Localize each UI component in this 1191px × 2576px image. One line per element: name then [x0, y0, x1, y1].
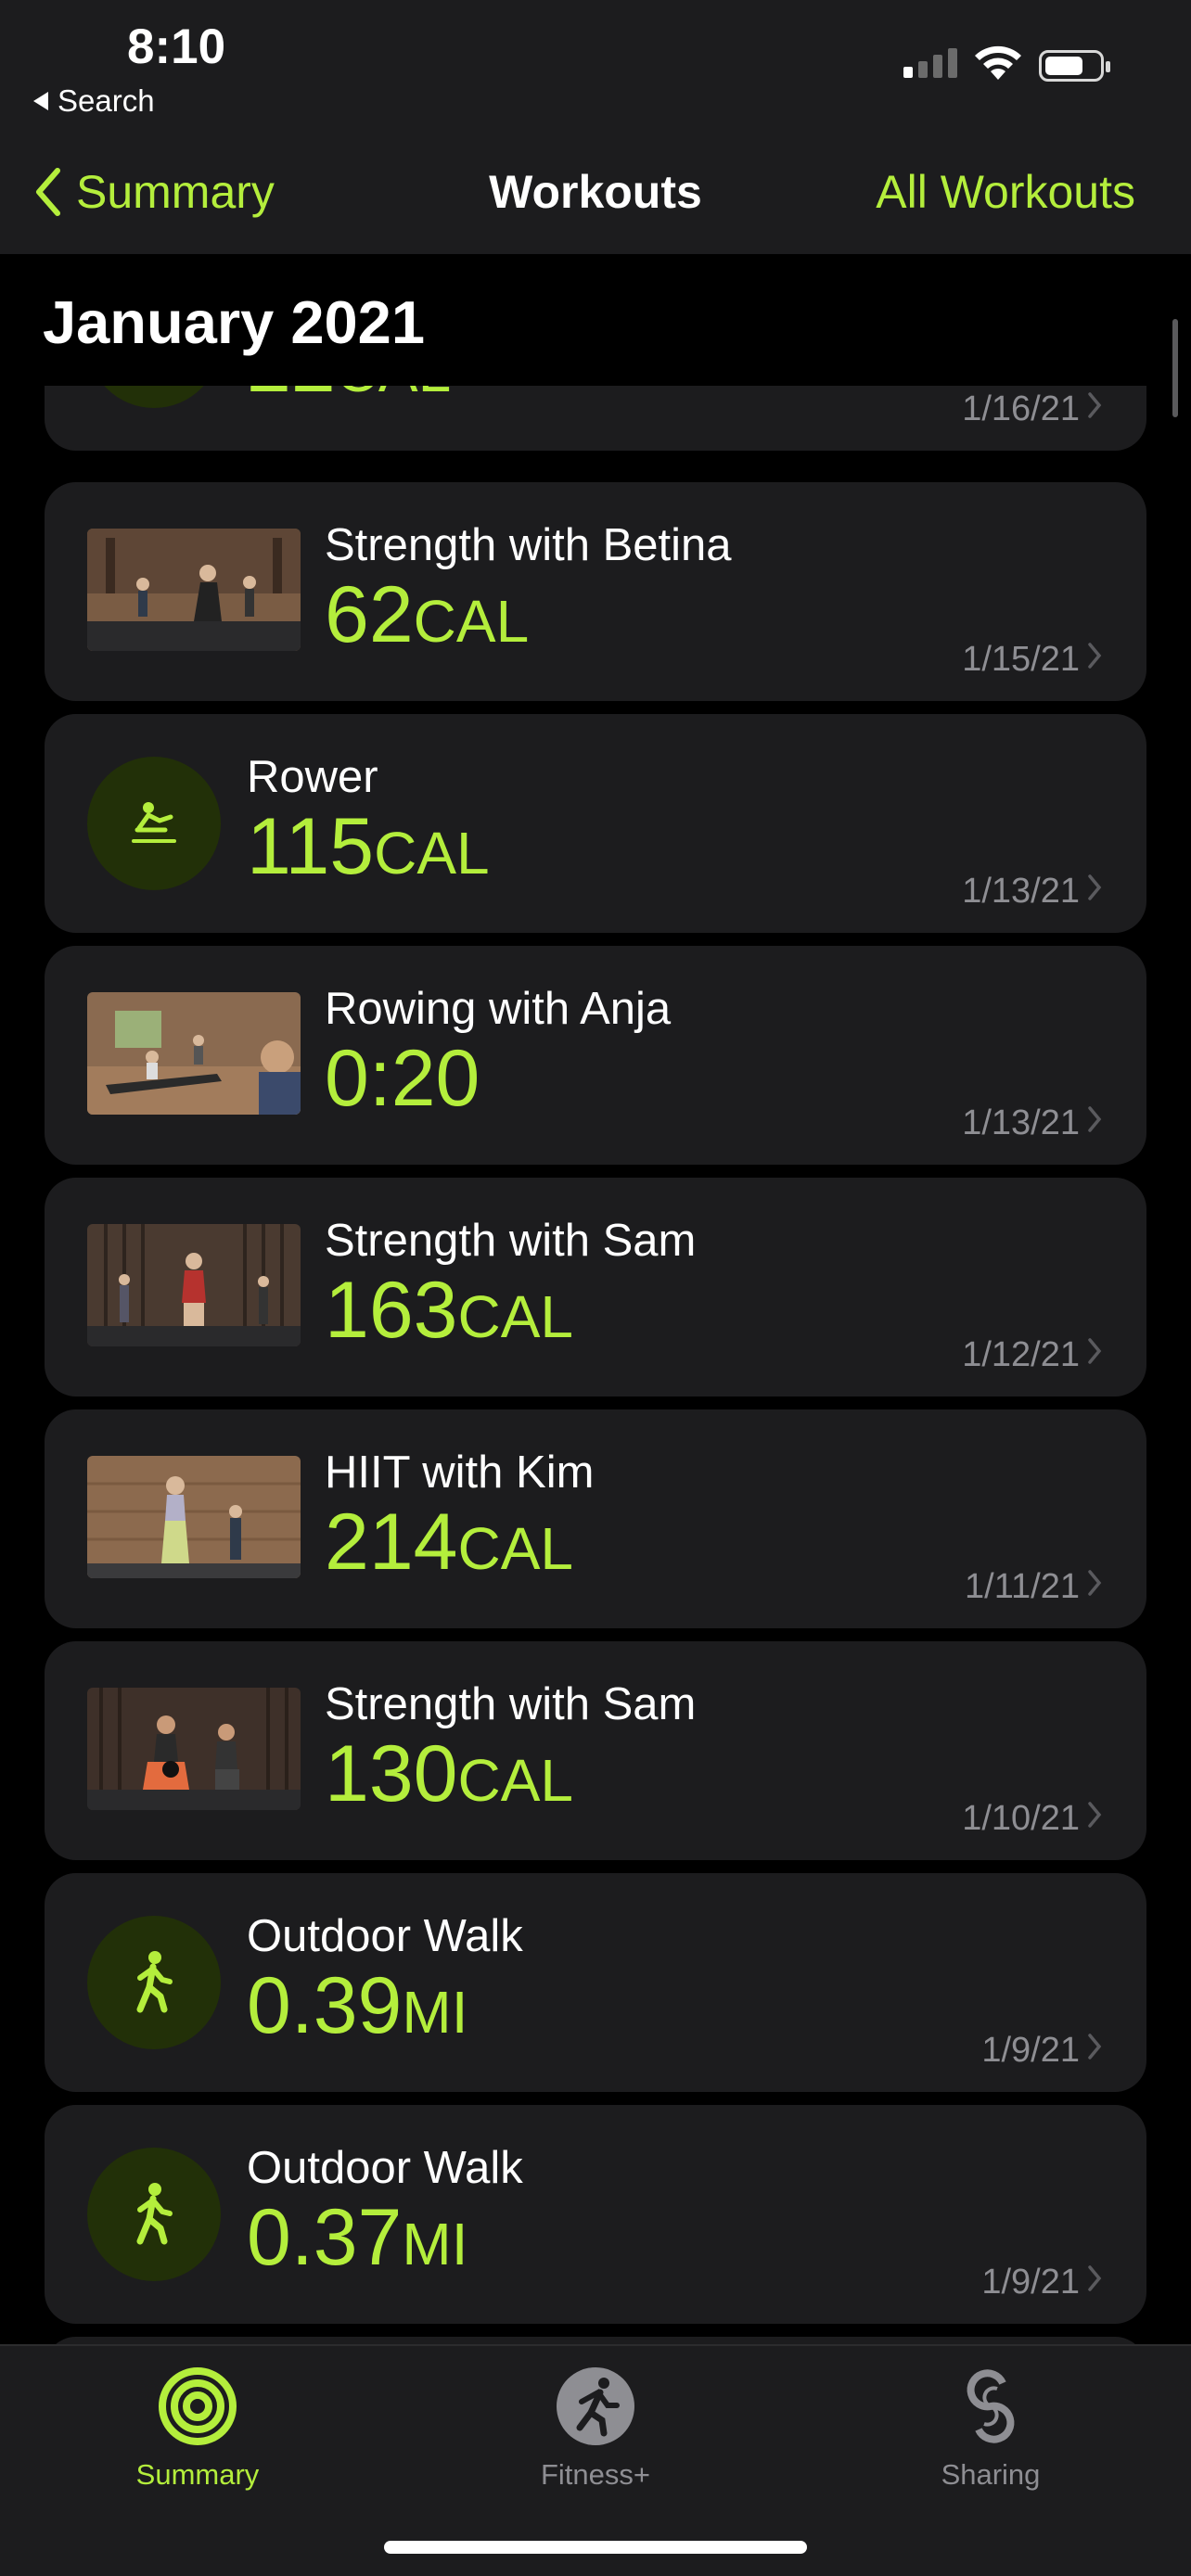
workout-name: Outdoor Walk: [247, 1911, 523, 1961]
home-indicator[interactable]: [384, 2541, 807, 2554]
workout-card[interactable]: Outdoor Walk 0.37MI 1/9/21: [45, 2105, 1146, 2324]
header: 8:10 Search Summary Workouts All Workout…: [0, 0, 1191, 254]
chevron-right-icon: [1088, 1570, 1102, 1596]
workout-thumbnail: [87, 1456, 301, 1578]
battery-icon: [1039, 50, 1110, 82]
workout-name: Strength with Sam: [325, 1679, 697, 1729]
workout-unit: CAL: [457, 1283, 574, 1350]
tab-summary-label: Summary: [135, 2458, 260, 2491]
workout-unit: CAL: [374, 820, 490, 886]
all-workouts-button[interactable]: All Workouts: [876, 165, 1135, 219]
chevron-right-icon: [1088, 1106, 1102, 1132]
workout-name: Strength with Betina: [325, 520, 732, 570]
activity-rings-icon: [159, 2367, 237, 2445]
workout-date: 1/10/21: [962, 1799, 1080, 1838]
workout-card[interactable]: 22CAL 1/16/21: [45, 386, 1146, 451]
workout-value: 0:20: [325, 1034, 480, 1123]
rower-icon: [87, 757, 221, 890]
workout-card[interactable]: Strength with Betina 62CAL 1/15/21: [45, 482, 1146, 701]
tab-sharing-label: Sharing: [941, 2458, 1041, 2491]
workout-date: 1/11/21: [965, 1567, 1080, 1606]
workout-date: 1/13/21: [962, 872, 1080, 911]
workout-date: 1/9/21: [981, 2263, 1080, 2302]
chevron-right-icon: [1088, 1338, 1102, 1364]
tab-summary[interactable]: Summary: [58, 2365, 337, 2492]
workout-value: 214: [325, 1498, 458, 1587]
workout-thumbnail: [87, 1688, 301, 1810]
chevron-right-icon: [1088, 392, 1102, 418]
chevron-right-icon: [1088, 2265, 1102, 2291]
workout-date: 1/13/21: [962, 1103, 1080, 1142]
workout-unit: CAL: [413, 588, 530, 655]
back-app-label: Search: [58, 83, 155, 118]
workout-date: 1/9/21: [981, 2031, 1080, 2070]
workout-value: 22: [247, 386, 336, 409]
workout-card[interactable]: Rower 115CAL 1/13/21: [45, 714, 1146, 933]
chevron-right-icon: [1088, 2034, 1102, 2060]
workout-name: Strength with Sam: [325, 1216, 697, 1266]
tab-sharing[interactable]: Sharing: [852, 2365, 1130, 2492]
workout-icon: [87, 386, 221, 408]
workout-value: 163: [325, 1266, 458, 1355]
chevron-right-icon: [1088, 643, 1102, 669]
chevron-left-icon: [36, 168, 60, 216]
workout-thumbnail: [87, 992, 301, 1115]
sharing-icon: [967, 2369, 1015, 2443]
workout-name: HIIT with Kim: [325, 1447, 595, 1498]
workout-list: 22CAL 1/16/21 Strength with Betina 62CAL…: [0, 386, 1191, 2344]
cellular-signal-icon: [903, 48, 957, 78]
workout-unit: CAL: [457, 1747, 574, 1814]
workout-thumbnail: [87, 529, 301, 651]
tab-fitness-plus[interactable]: Fitness+: [456, 2365, 735, 2492]
workout-name: Rower: [247, 752, 378, 802]
walk-icon: [87, 2148, 221, 2281]
workout-date: 1/16/21: [962, 389, 1080, 428]
back-summary-button[interactable]: Summary: [33, 165, 275, 219]
workout-value: 62: [325, 570, 414, 659]
section-header: January 2021: [0, 254, 1191, 386]
workout-unit: MI: [402, 2211, 468, 2277]
workout-card[interactable]: Rowing with Anja 0:20 1/13/21: [45, 946, 1146, 1165]
chevron-right-icon: [1088, 874, 1102, 900]
status-time: 8:10: [127, 19, 226, 74]
tab-fitness-plus-label: Fitness+: [540, 2458, 651, 2491]
walk-icon: [87, 1916, 221, 2049]
wifi-icon: [975, 45, 1021, 80]
workout-card[interactable]: Strength with Sam 130CAL 1/10/21: [45, 1641, 1146, 1860]
workout-thumbnail: [87, 1224, 301, 1346]
workout-unit: CAL: [336, 386, 452, 404]
back-to-search[interactable]: Search: [33, 83, 155, 119]
workout-date: 1/12/21: [962, 1335, 1080, 1374]
workout-value: 130: [325, 1729, 458, 1818]
workout-card[interactable]: Strength with Sam 163CAL 1/12/21: [45, 1178, 1146, 1396]
scroll-indicator[interactable]: [1172, 319, 1178, 417]
workout-name: Outdoor Walk: [247, 2143, 523, 2193]
page-title: Workouts: [489, 166, 702, 218]
workout-card[interactable]: HIIT with Kim 214CAL 1/11/21: [45, 1409, 1146, 1628]
workout-date: 1/15/21: [962, 640, 1080, 679]
back-triangle-icon: [33, 92, 48, 110]
workout-unit: CAL: [457, 1515, 574, 1582]
workout-unit: MI: [402, 1979, 468, 2046]
fitness-plus-icon: [557, 2367, 634, 2445]
back-summary-label: Summary: [76, 166, 275, 218]
workout-card[interactable]: [45, 2337, 1146, 2344]
workout-value: 0.37: [247, 2193, 403, 2282]
workout-card[interactable]: Outdoor Walk 0.39MI 1/9/21: [45, 1873, 1146, 2092]
workout-name: Rowing with Anja: [325, 984, 672, 1034]
workout-value: 115: [247, 802, 375, 891]
workout-value: 0.39: [247, 1961, 403, 2050]
chevron-right-icon: [1088, 1802, 1102, 1828]
month-label: January 2021: [43, 288, 425, 356]
